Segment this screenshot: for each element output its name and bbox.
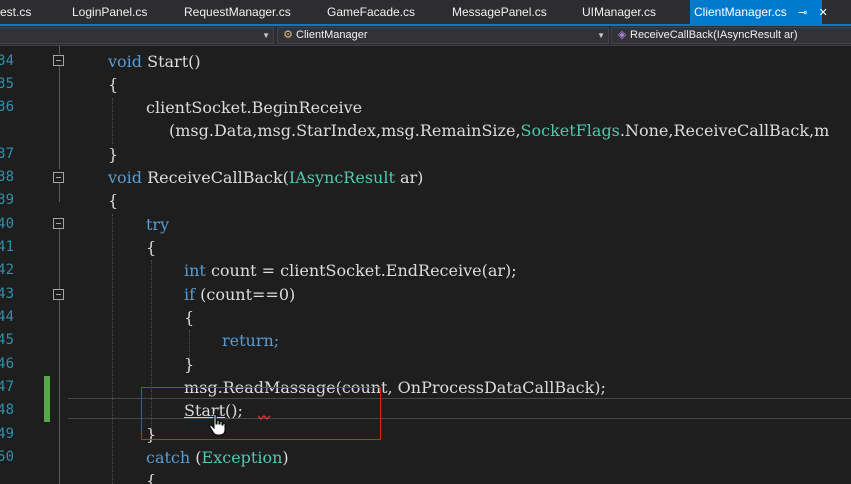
code-line: (msg.Data,msg.StarIndex,msg.RemainSize,S…: [169, 121, 830, 140]
code-line: void ReceiveCallBack(IAsyncResult ar): [108, 168, 424, 187]
code-line: }: [108, 145, 119, 164]
code-line: int count = clientSocket.EndReceive(ar);: [184, 261, 517, 280]
code-line: {: [146, 471, 157, 484]
tab-label: est.cs: [0, 5, 32, 19]
code-line: return;: [222, 331, 280, 350]
class-icon: ⚙: [283, 29, 293, 41]
tab-gamefacade[interactable]: GameFacade.cs: [323, 0, 419, 24]
code-editor[interactable]: 34 35 36 37 38 39 40 41 42 43 44 45 46 4…: [0, 46, 851, 484]
tab-label: RequestManager.cs: [184, 5, 291, 19]
tab-loginpanel[interactable]: LoginPanel.cs: [68, 0, 151, 24]
tab-label: GameFacade.cs: [327, 5, 416, 19]
tab-label: LoginPanel.cs: [72, 5, 148, 19]
tab-label: MessagePanel.cs: [452, 5, 547, 19]
member-dropdown[interactable]: ◈ ReceiveCallBack(IAsyncResult ar): [611, 27, 851, 44]
method-icon: ◈: [617, 29, 627, 41]
code-line: {: [184, 308, 195, 327]
hand-cursor-icon: [209, 413, 226, 436]
member-dropdown-value: ReceiveCallBack(IAsyncResult ar): [630, 29, 798, 41]
code-line: if (count==0): [184, 285, 296, 304]
tab-est[interactable]: est.cs: [0, 0, 35, 24]
code-line: }: [184, 355, 195, 374]
code-line: void Start(): [108, 52, 201, 71]
navigation-bar: ▼ ⚙ ClientManager ▼ ◈ ReceiveCallBack(IAsy…: [0, 26, 851, 46]
pin-icon[interactable]: ⊸: [798, 1, 807, 25]
error-squiggle: [258, 415, 271, 420]
tab-label: UIManager.cs: [582, 5, 657, 19]
code-line: {: [108, 191, 119, 210]
code-line: {: [108, 75, 119, 94]
tab-messagepanel[interactable]: MessagePanel.cs: [448, 0, 551, 24]
code-line: catch (Exception): [146, 448, 289, 467]
code-line: {: [146, 238, 157, 257]
project-dropdown[interactable]: ▼: [0, 27, 274, 44]
chevron-down-icon: ▼: [262, 31, 270, 40]
tab-requestmanager[interactable]: RequestManager.cs: [180, 0, 295, 24]
close-icon[interactable]: ✕: [819, 1, 828, 25]
class-dropdown[interactable]: ⚙ ClientManager ▼: [277, 27, 609, 44]
tab-uimanager[interactable]: UIManager.cs: [578, 0, 660, 24]
chevron-down-icon: ▼: [597, 31, 605, 40]
code-line: clientSocket.BeginReceive: [146, 98, 363, 117]
code-area[interactable]: void Start() { clientSocket.BeginReceive…: [0, 46, 851, 484]
class-dropdown-value: ClientManager: [296, 29, 368, 41]
tab-label: ClientManager.cs: [694, 5, 787, 19]
document-tab-strip: est.cs LoginPanel.cs RequestManager.cs G…: [0, 0, 851, 26]
code-line: try: [146, 215, 170, 234]
tab-clientmanager[interactable]: ClientManager.cs ⊸ ✕: [690, 0, 828, 25]
